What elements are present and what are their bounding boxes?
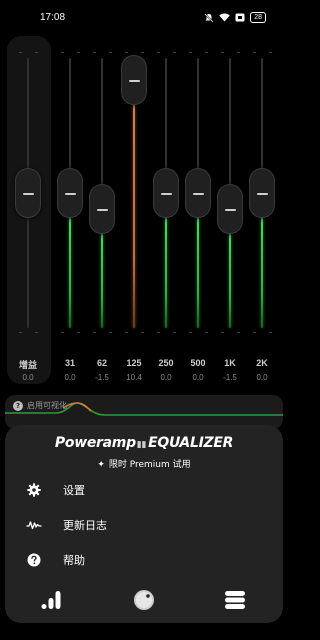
logo-equalizer: EQUALIZER [148, 435, 234, 451]
scale-tick [189, 332, 192, 333]
band-thumb[interactable] [153, 168, 179, 218]
knob-icon[interactable] [131, 587, 157, 613]
band-frequency-label: 2K [256, 358, 268, 368]
equalizer-bars-icon[interactable] [39, 587, 65, 613]
preamp-label: 增益 [18, 360, 37, 370]
band-level-fill [69, 216, 71, 328]
scale-tick [157, 332, 160, 333]
scale-tick [19, 52, 22, 53]
scale-tick [93, 332, 96, 333]
scale-tick [35, 52, 38, 53]
scale-tick [173, 52, 176, 53]
scale-tick [141, 52, 144, 53]
menu-item-label: 设置 [63, 484, 85, 497]
premium-trial-link[interactable]: ✦ 限时 Premium 试用 [5, 457, 283, 470]
status-bar: 17:08 28 [0, 0, 288, 36]
equalizer-area: 增益 0.0 31 0.0 62 -1.5 125 10.4 250 0.0 500 0.0 1K -1.… [0, 36, 288, 396]
menu-item-settings[interactable]: 设置 [25, 477, 265, 503]
scale-tick [93, 52, 96, 53]
menu-item-changelog[interactable]: 更新日志 [25, 512, 265, 538]
visualization-panel[interactable]: ? 启用可视化 [5, 395, 283, 429]
menu-item-label: 更新日志 [63, 519, 107, 532]
visualization-label: 启用可视化 [27, 401, 67, 410]
scale-tick [61, 52, 64, 53]
band-thumb[interactable] [249, 168, 275, 218]
battery-icon: 28 [250, 12, 266, 23]
scale-tick [35, 332, 38, 333]
mute-bell-icon [204, 12, 214, 23]
band-gain-value: 0.0 [256, 373, 268, 382]
gear-icon [25, 481, 43, 499]
band-level-fill [197, 216, 199, 328]
bottom-nav [5, 585, 283, 615]
logo-bars-icon: ▮▮ [136, 440, 147, 450]
scale-tick [125, 332, 128, 333]
scale-tick [269, 52, 272, 53]
scale-tick [141, 332, 144, 333]
scale-tick [19, 332, 22, 333]
band-level-fill [165, 216, 167, 328]
band-thumb[interactable] [217, 184, 243, 235]
menu-item-label: 帮助 [63, 554, 85, 567]
band-level-fill [101, 232, 103, 328]
scale-tick [61, 332, 64, 333]
scale-tick [125, 52, 128, 53]
scale-tick [173, 332, 176, 333]
status-time: 17:08 [40, 12, 66, 23]
band-thumb[interactable] [121, 54, 147, 105]
card-icon [235, 13, 245, 22]
scale-tick [189, 52, 192, 53]
scale-tick [221, 52, 224, 53]
menu-stack-icon[interactable] [222, 587, 248, 613]
scale-tick [269, 332, 272, 333]
changelog-wave-icon [25, 516, 43, 534]
wifi-icon [219, 13, 230, 22]
help-icon [25, 551, 43, 569]
logo-poweramp: Poweramp [54, 435, 136, 451]
scale-tick [237, 332, 240, 333]
scale-tick [109, 332, 112, 333]
scale-tick [205, 52, 208, 53]
menu-item-help[interactable]: 帮助 [25, 547, 265, 573]
band-level-fill [133, 102, 135, 328]
sparkle-icon: ✦ [97, 460, 105, 470]
band-thumb[interactable] [185, 168, 211, 218]
scale-tick [253, 52, 256, 53]
band-level-fill [229, 232, 231, 328]
preamp-value: 0.0 [22, 373, 34, 382]
scale-tick [109, 52, 112, 53]
premium-label: 限时 Premium 试用 [108, 460, 191, 470]
scale-tick [157, 52, 160, 53]
scale-tick [77, 332, 80, 333]
scale-tick [205, 332, 208, 333]
app-logo: Poweramp▮▮ EQUALIZER [5, 435, 283, 451]
scale-tick [221, 332, 224, 333]
band-thumb[interactable] [89, 184, 115, 235]
band-level-fill [261, 216, 263, 328]
status-icons: 28 [204, 12, 266, 23]
band-thumb[interactable] [57, 168, 83, 218]
scale-tick [77, 52, 80, 53]
visualization-toggle[interactable]: ? 启用可视化 [13, 400, 67, 411]
help-badge-icon: ? [13, 400, 23, 411]
scale-tick [253, 332, 256, 333]
menu-sheet: Poweramp▮▮ EQUALIZER ✦ 限时 Premium 试用 设置 更新… [5, 425, 283, 623]
scale-tick [237, 52, 240, 53]
preamp-thumb[interactable] [15, 168, 41, 218]
